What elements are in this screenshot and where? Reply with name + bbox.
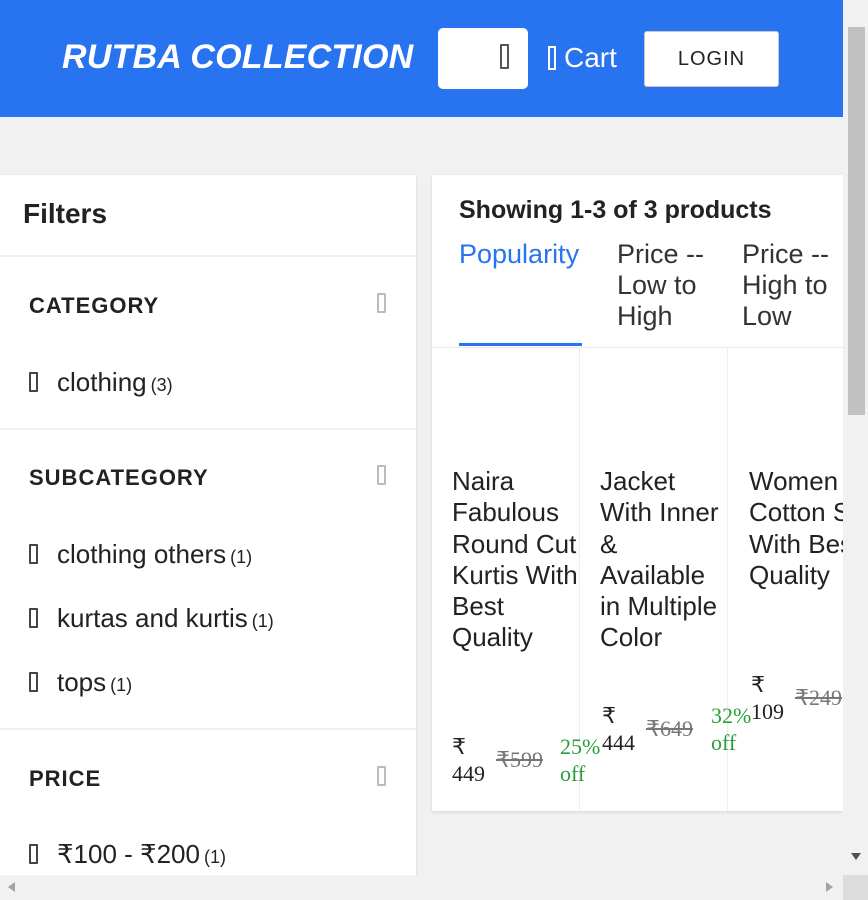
product-mrp: ₹599: [496, 747, 543, 772]
checkbox-icon[interactable]: [29, 608, 38, 628]
product-price: ₹ 449: [452, 734, 485, 786]
brand-logo[interactable]: RUTBA COLLECTION: [62, 38, 413, 77]
scroll-down-arrow-icon[interactable]: [851, 853, 861, 860]
cart-link[interactable]: Cart: [548, 42, 617, 74]
product-mrp: ₹649: [646, 716, 693, 741]
option-count: (1): [203, 847, 226, 867]
filter-option-tops[interactable]: tops (1): [29, 667, 132, 698]
price-expand-icon[interactable]: [377, 766, 386, 786]
login-button[interactable]: LOGIN: [644, 31, 779, 87]
scrollbar-thumb[interactable]: [848, 27, 865, 415]
option-label: clothing others: [57, 539, 227, 569]
divider: [0, 255, 416, 257]
filter-option-price-100-200[interactable]: ₹100 - ₹200 (1): [29, 839, 226, 870]
sort-price-low-to-high[interactable]: Price -- Low to High: [617, 239, 717, 332]
divider: [0, 428, 416, 430]
scrollbar-corner: [843, 875, 868, 900]
product-name[interactable]: Naira Fabulous Round Cut Kurtis With Bes…: [452, 466, 580, 654]
filters-title: Filters: [23, 198, 108, 229]
sort-price-high-to-low[interactable]: Price -- High to Low: [742, 239, 842, 332]
subcategory-expand-icon[interactable]: [377, 465, 386, 485]
checkbox-icon[interactable]: [29, 672, 38, 692]
category-expand-icon[interactable]: [377, 293, 386, 313]
scroll-left-arrow-icon[interactable]: [8, 882, 15, 892]
scroll-right-arrow-icon[interactable]: [826, 882, 833, 892]
active-sort-indicator: [459, 343, 582, 346]
filter-option-clothing[interactable]: clothing (3): [29, 367, 173, 398]
product-card[interactable]: Women Cotton Slip With Best Quality ₹ 10…: [729, 348, 843, 811]
search-input[interactable]: [438, 28, 528, 89]
product-mrp: ₹249: [795, 685, 842, 710]
checkbox-icon[interactable]: [29, 844, 38, 864]
results-count: Showing 1-3 of 3 products: [459, 196, 772, 224]
option-label: tops: [57, 667, 107, 697]
filters-panel: Filters CATEGORY clothing (3) SUBCATEGORY…: [0, 175, 416, 875]
product-listing: Showing 1-3 of 3 products Popularity Pri…: [432, 175, 843, 811]
top-header: RUTBA COLLECTION Cart LOGIN: [0, 0, 843, 117]
divider: [0, 728, 416, 730]
option-label: ₹100 - ₹200: [57, 839, 200, 869]
product-name[interactable]: Jacket With Inner & Available in Multipl…: [600, 466, 728, 654]
checkbox-icon[interactable]: [29, 372, 38, 392]
product-card[interactable]: Jacket With Inner & Available in Multipl…: [580, 348, 751, 811]
option-count: (1): [110, 675, 133, 695]
product-name[interactable]: Women Cotton Slip With Best Quality: [749, 466, 843, 591]
vertical-scrollbar[interactable]: [843, 0, 868, 875]
option-label: kurtas and kurtis: [57, 603, 248, 633]
checkbox-icon[interactable]: [29, 544, 38, 564]
product-card[interactable]: Naira Fabulous Round Cut Kurtis With Bes…: [432, 348, 600, 811]
subcategory-section-title[interactable]: SUBCATEGORY: [29, 465, 209, 491]
sort-popularity[interactable]: Popularity: [459, 239, 589, 270]
product-price: ₹ 109: [751, 672, 784, 724]
option-count: (3): [150, 375, 173, 395]
cart-label: Cart: [564, 42, 617, 73]
cart-icon: [548, 46, 556, 70]
horizontal-scrollbar[interactable]: [0, 875, 843, 900]
price-section-title[interactable]: PRICE: [29, 766, 101, 792]
search-icon[interactable]: [500, 44, 509, 69]
option-count: (1): [251, 611, 274, 631]
filter-option-clothing-others[interactable]: clothing others (1): [29, 539, 252, 570]
product-price: ₹ 444: [602, 703, 635, 755]
option-count: (1): [230, 547, 253, 567]
filter-option-kurtas-and-kurtis[interactable]: kurtas and kurtis (1): [29, 603, 274, 634]
category-section-title[interactable]: CATEGORY: [29, 293, 159, 319]
option-label: clothing: [57, 367, 147, 397]
